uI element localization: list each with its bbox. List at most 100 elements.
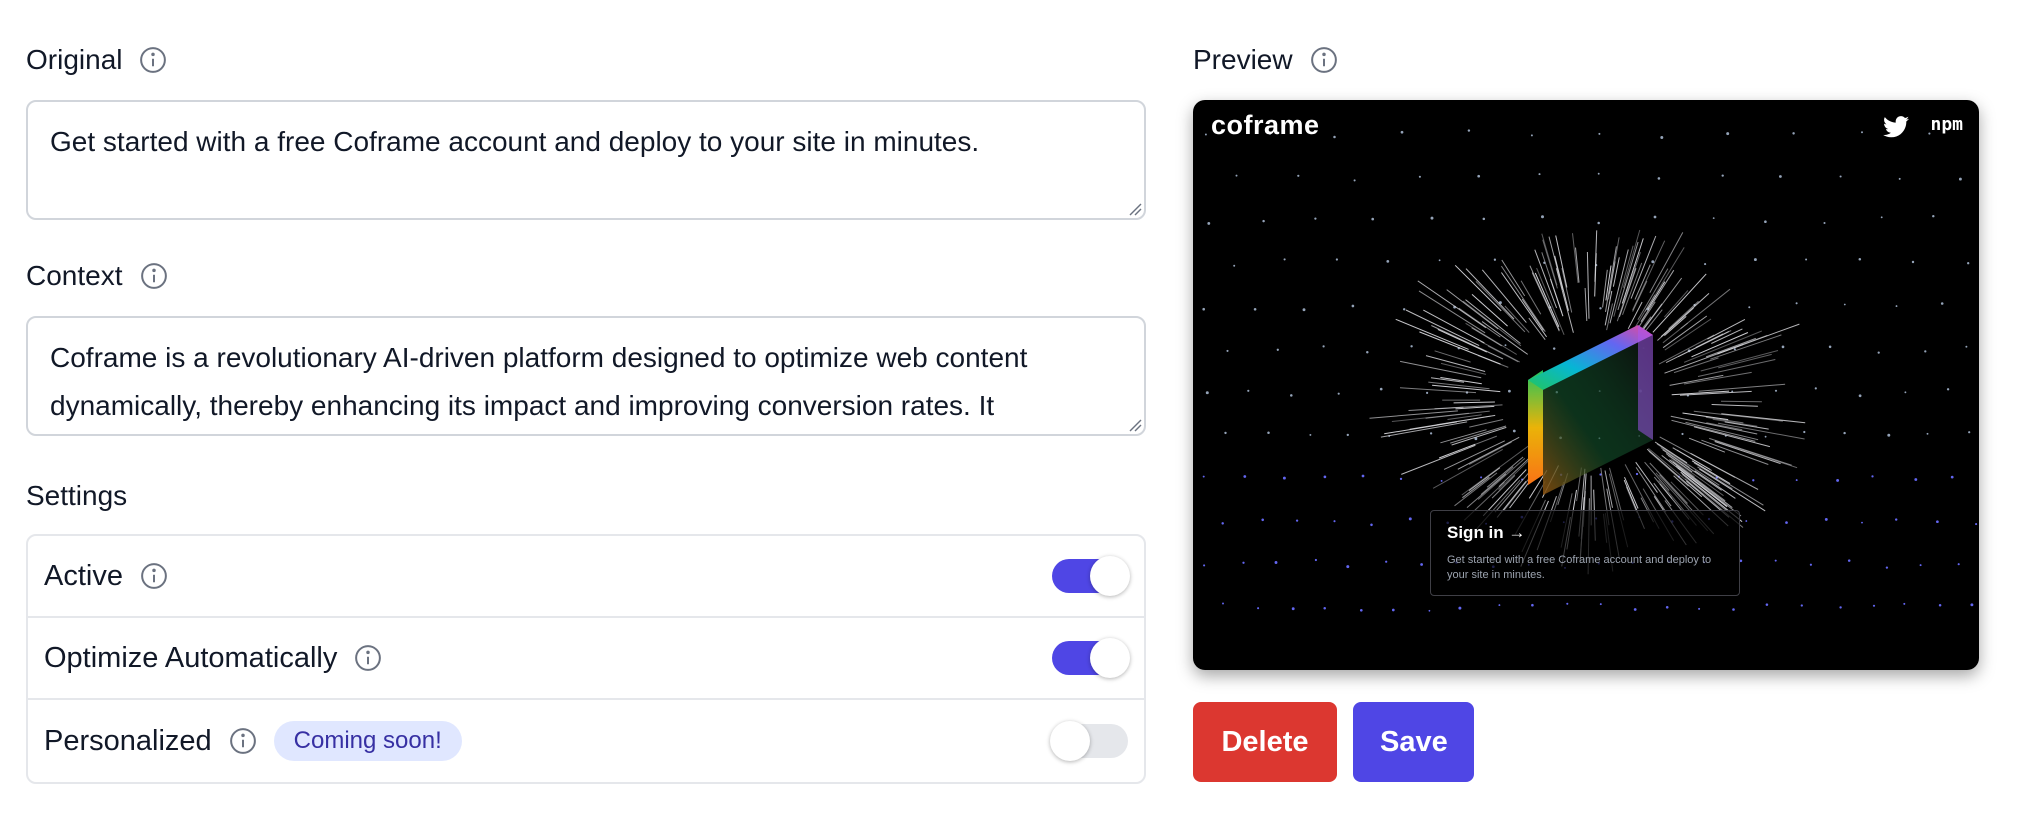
context-textarea[interactable]: Coframe is a revolutionary AI-driven pla… xyxy=(26,316,1146,436)
star-dot xyxy=(1283,258,1286,261)
star-dot xyxy=(1653,215,1657,219)
info-icon[interactable] xyxy=(139,561,169,591)
ray-line xyxy=(1468,467,1501,492)
star-dot xyxy=(1635,472,1639,476)
star-dot xyxy=(1440,479,1443,482)
info-icon[interactable] xyxy=(228,726,258,756)
star-dot xyxy=(1247,389,1250,392)
star-dot xyxy=(1385,560,1388,563)
star-dot xyxy=(1745,520,1748,522)
star-dot xyxy=(1493,258,1497,261)
star-dot xyxy=(1779,175,1782,178)
toggle-knob xyxy=(1050,721,1090,761)
star-dot xyxy=(1512,429,1516,433)
star-dot xyxy=(1774,389,1778,392)
star-dot xyxy=(1333,135,1336,139)
info-icon[interactable] xyxy=(138,45,168,75)
star-dot xyxy=(1538,173,1541,176)
star-dot xyxy=(1370,523,1373,527)
star-dot xyxy=(1314,217,1317,220)
star-dot xyxy=(1262,219,1265,223)
star-dot xyxy=(1712,217,1715,220)
star-dot xyxy=(1950,475,1954,479)
star-dot xyxy=(1660,136,1664,139)
ray-line xyxy=(1681,474,1729,513)
ray-line xyxy=(1602,269,1608,308)
star-dot xyxy=(1598,132,1601,135)
star-dot xyxy=(1221,522,1224,525)
ray-line xyxy=(1698,383,1786,392)
star-dot xyxy=(1938,603,1942,607)
star-dot xyxy=(1467,129,1471,132)
star-dot xyxy=(1276,348,1279,351)
ray-line xyxy=(1635,467,1667,513)
ray-line xyxy=(1584,287,1588,322)
star-dot xyxy=(1895,518,1898,521)
star-dot xyxy=(1282,476,1286,480)
star-dot xyxy=(1530,134,1533,137)
star-dot xyxy=(1858,394,1862,398)
resize-handle-icon[interactable] xyxy=(1126,416,1142,432)
ray-line xyxy=(1438,443,1476,459)
original-text: Get started with a free Coframe account … xyxy=(50,126,980,157)
star-dot xyxy=(1204,133,1207,136)
star-dot xyxy=(1785,521,1788,524)
setting-label: Active xyxy=(44,559,123,592)
ray-line xyxy=(1668,300,1699,330)
delete-button[interactable]: Delete xyxy=(1193,702,1337,782)
info-icon[interactable] xyxy=(139,261,169,291)
preview-panel: Preview coframe npm Sign in → Get starte… xyxy=(1193,40,1979,782)
ray-line xyxy=(1625,486,1638,513)
star-dot xyxy=(1233,264,1236,267)
star-dot xyxy=(1335,258,1339,261)
active-toggle[interactable] xyxy=(1052,556,1130,596)
star-dot xyxy=(1257,607,1260,610)
star-dot xyxy=(1940,302,1944,305)
star-dot xyxy=(1346,433,1349,437)
save-button[interactable]: Save xyxy=(1353,702,1474,782)
star-dot xyxy=(1314,558,1317,562)
star-dot xyxy=(1732,608,1735,611)
optimize-toggle[interactable] xyxy=(1052,638,1130,678)
star-dot xyxy=(1359,608,1363,612)
ray-line xyxy=(1693,462,1764,506)
star-dot xyxy=(1379,387,1383,391)
star-dot xyxy=(1885,566,1889,569)
star-dot xyxy=(1290,394,1293,397)
star-dot xyxy=(1371,217,1375,221)
ray-line xyxy=(1369,410,1458,419)
ray-line xyxy=(1669,374,1724,386)
ray-line xyxy=(1711,404,1758,407)
star-dot xyxy=(1261,518,1264,522)
star-dot xyxy=(1795,479,1798,482)
star-dot xyxy=(1698,607,1701,610)
star-dot xyxy=(1858,257,1862,261)
info-icon[interactable] xyxy=(353,643,383,673)
twitter-icon xyxy=(1883,116,1909,138)
star-dot xyxy=(1781,345,1785,349)
ray-line xyxy=(1662,315,1708,349)
original-textarea[interactable]: Get started with a free Coframe account … xyxy=(26,100,1146,220)
settings-title: Settings xyxy=(26,480,128,511)
personalized-toggle[interactable] xyxy=(1050,721,1128,761)
ray-line xyxy=(1709,437,1792,466)
ray-line xyxy=(1450,425,1507,444)
star-dot xyxy=(1477,174,1481,178)
star-dot xyxy=(1531,603,1534,607)
action-buttons: Delete Save xyxy=(1193,702,1979,782)
star-dot xyxy=(1903,602,1906,605)
ray-line xyxy=(1451,426,1507,446)
star-dot xyxy=(1274,561,1278,564)
preview-card-title: Sign in → xyxy=(1447,523,1526,542)
original-label: Original xyxy=(26,44,123,75)
star-dot xyxy=(1323,475,1327,479)
star-dot xyxy=(1681,432,1684,436)
ray-line xyxy=(1453,401,1495,404)
star-dot xyxy=(1748,306,1751,309)
star-dot xyxy=(1242,561,1245,564)
star-dot xyxy=(1597,172,1600,175)
star-dot xyxy=(1366,350,1369,354)
ray-line xyxy=(1705,416,1744,424)
info-icon[interactable] xyxy=(1309,45,1339,75)
resize-handle-icon[interactable] xyxy=(1126,200,1142,216)
